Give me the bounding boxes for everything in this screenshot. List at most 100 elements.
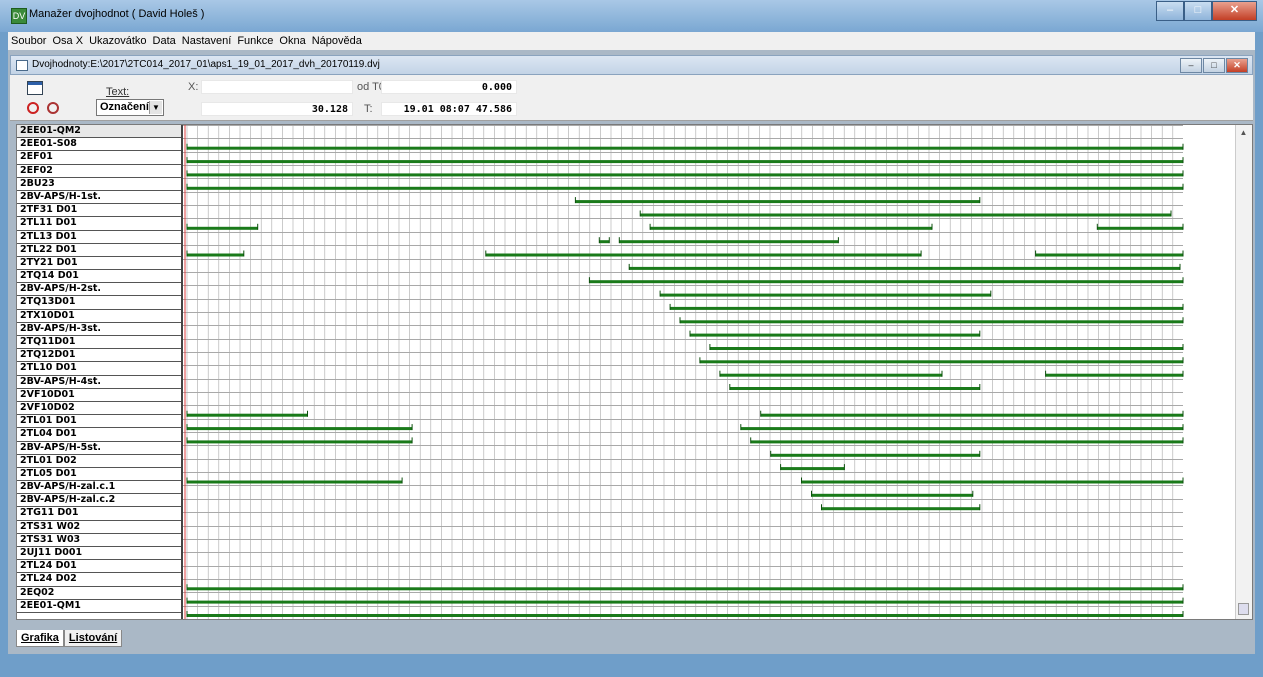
vertical-scrollbar[interactable]: ▲: [1235, 125, 1252, 619]
signal-row[interactable]: 2VF10D02: [17, 402, 181, 416]
signal-row[interactable]: 2EF01: [17, 151, 181, 165]
child-maximize-button[interactable]: □: [1203, 58, 1225, 73]
state-bar: [187, 173, 1183, 177]
menu-napoveda[interactable]: Nápověda: [309, 35, 365, 47]
signal-row[interactable]: 2TL11 D01: [17, 217, 181, 231]
signal-row[interactable]: 2BU23: [17, 178, 181, 191]
menu-soubor[interactable]: Soubor: [8, 35, 49, 47]
minimize-button[interactable]: –: [1156, 1, 1184, 21]
signal-row[interactable]: 2BV-APS/H-zal.c.2: [17, 494, 181, 508]
window-controls: – □ ✕: [1156, 1, 1257, 21]
state-bar: [750, 440, 1183, 444]
tab-listovani[interactable]: Listování: [63, 630, 123, 647]
clock-icon[interactable]: [27, 102, 39, 114]
signal-row[interactable]: 2TS31 W02: [17, 521, 181, 534]
title-bar[interactable]: DV Manažer dvojhodnot ( David Holeš ) – …: [0, 0, 1263, 32]
signal-row[interactable]: 2TQ11D01: [17, 336, 181, 350]
close-button[interactable]: ✕: [1212, 1, 1257, 21]
label-mode-select[interactable]: Označení ▼: [96, 99, 164, 116]
x-field: [201, 80, 353, 94]
state-bar: [690, 333, 980, 337]
signal-row[interactable]: 2TL10 D01: [17, 362, 181, 376]
state-bar: [187, 146, 1183, 150]
state-bar: [589, 280, 1183, 284]
signal-row[interactable]: 2BV-APS/H-2st.: [17, 283, 181, 297]
maximize-button[interactable]: □: [1184, 1, 1212, 21]
signal-row[interactable]: 2TL05 D01: [17, 468, 181, 482]
signal-row[interactable]: 2TS31 W03: [17, 534, 181, 547]
app-icon: DV: [11, 8, 27, 24]
signal-row[interactable]: 2TQ12D01: [17, 349, 181, 363]
state-bar: [1035, 253, 1183, 257]
calendar-icon[interactable]: [27, 81, 43, 95]
signal-row[interactable]: 2VF10D01: [17, 389, 181, 402]
signal-row[interactable]: 2BV-APS/H-3st.: [17, 323, 181, 336]
state-bar: [187, 614, 1183, 617]
state-bar: [811, 493, 973, 497]
child-window-title-bar[interactable]: Dvojhodnoty:E:\2017\2TC014_2017_01\aps1_…: [10, 55, 1253, 75]
signal-row[interactable]: 2TQ14 D01: [17, 270, 181, 284]
stopwatch-icon[interactable]: [47, 102, 59, 114]
signal-list[interactable]: 2EE01-QM2 2EE01-S08 2EF01 2EF02 2BU23 2BV-APS…: [17, 125, 183, 619]
signal-row[interactable]: 2TL22 D01: [17, 244, 181, 257]
state-bar: [650, 226, 932, 230]
signal-row[interactable]: 2EE01-S08: [17, 138, 181, 152]
signal-row[interactable]: 2TL01 D02: [17, 455, 181, 468]
menu-funkce[interactable]: Funkce: [234, 35, 276, 47]
signal-row[interactable]: 2TL13 D01: [17, 231, 181, 244]
tab-grafika-label: Grafika: [21, 632, 59, 644]
timeline-plot[interactable]: [183, 125, 1236, 619]
signal-row[interactable]: 2TL24 D02: [17, 573, 181, 587]
tab-grafika[interactable]: Grafika: [16, 630, 64, 647]
signal-row[interactable]: 2TL24 D01: [17, 560, 181, 574]
state-bar: [187, 480, 403, 484]
signal-row[interactable]: 2BV-APS/H-1st.: [17, 191, 181, 205]
signal-row[interactable]: 2TL01 D01: [17, 415, 181, 429]
signal-row[interactable]: 2BV-APS/H-zal.c.1: [17, 481, 181, 495]
signal-row[interactable]: 2TQ13D01: [17, 296, 181, 310]
x-label: X:: [188, 81, 199, 93]
signal-row[interactable]: 2EE01-QM2: [17, 125, 181, 139]
menu-data[interactable]: Data: [150, 35, 179, 47]
signal-row[interactable]: 2TG11 D01: [17, 507, 181, 521]
signal-row[interactable]: 2TX10D01: [17, 310, 181, 323]
state-bar: [780, 467, 845, 471]
scroll-up-icon[interactable]: ▲: [1239, 128, 1248, 137]
state-bar: [187, 253, 244, 257]
menu-bar: Soubor Osa X Ukazovátko Data Nastavení F…: [8, 32, 1255, 50]
state-bar: [660, 293, 991, 297]
signal-row[interactable]: 2EF02: [17, 165, 181, 178]
state-bar: [187, 160, 1183, 164]
scroll-down-icon[interactable]: [1239, 618, 1248, 627]
child-minimize-button[interactable]: –: [1180, 58, 1202, 73]
main-window: DV Manažer dvojhodnot ( David Holeš ) – …: [0, 0, 1263, 677]
state-bar: [680, 320, 1183, 324]
signal-row[interactable]: 2EE01-QM1: [17, 600, 181, 613]
menu-okna[interactable]: Okna: [276, 35, 308, 47]
signal-row[interactable]: 2EQ02: [17, 587, 181, 600]
state-bar: [619, 240, 839, 244]
state-bar: [699, 360, 1183, 364]
signal-row[interactable]: 2TL04 D01: [17, 428, 181, 442]
scroll-thumb[interactable]: [1238, 603, 1249, 615]
state-bar: [187, 413, 308, 417]
x-value-field: 30.128: [201, 102, 353, 116]
state-bar: [575, 200, 980, 204]
chevron-down-icon[interactable]: ▼: [149, 101, 162, 114]
state-bar: [629, 266, 1180, 270]
menu-ukazovatko[interactable]: Ukazovátko: [86, 35, 149, 47]
menu-nastaveni[interactable]: Nastavení: [179, 35, 235, 47]
menu-osa-x[interactable]: Osa X: [49, 35, 86, 47]
state-bar: [187, 186, 1183, 190]
signal-row[interactable]: 2TY21 D01: [17, 257, 181, 271]
child-close-button[interactable]: ✕: [1226, 58, 1248, 73]
state-bar: [821, 507, 980, 511]
state-bar: [485, 253, 922, 257]
child-window-controls: – □ ✕: [1180, 58, 1248, 73]
state-bar: [670, 306, 1183, 310]
signal-row[interactable]: 2UJ11 D001: [17, 547, 181, 561]
signal-row[interactable]: 2TF31 D01: [17, 204, 181, 218]
state-bar: [599, 240, 610, 244]
signal-row[interactable]: 2BV-APS/H-4st.: [17, 376, 181, 389]
signal-row[interactable]: 2BV-APS/H-5st.: [17, 442, 181, 455]
